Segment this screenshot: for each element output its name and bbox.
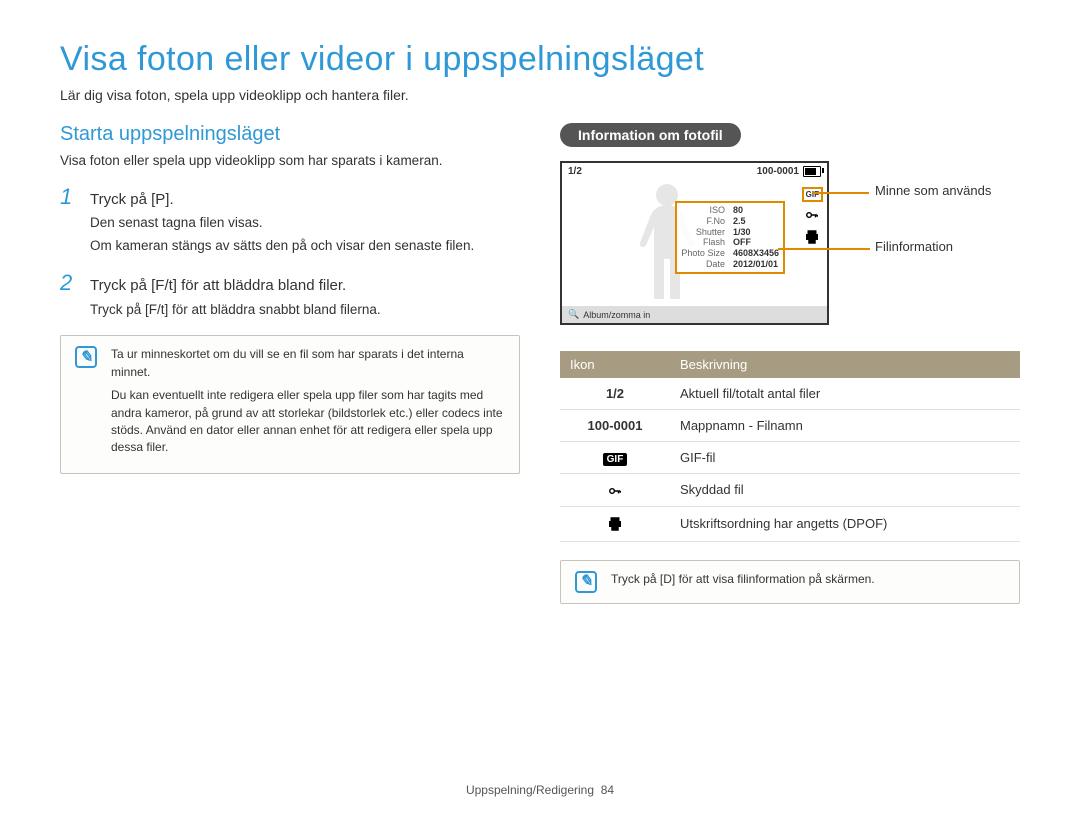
step-subtext: Den senast tagna filen visas. — [90, 214, 520, 233]
desc-cell: Aktuell fil/totalt antal filer — [670, 378, 1020, 410]
note-text: Tryck på [D] för att visa filinformation… — [611, 571, 875, 593]
info-label: Photo Size — [677, 248, 729, 259]
step-number: 2 — [60, 270, 80, 296]
info-label: F.No — [677, 216, 729, 227]
bottom-bar-text: Album/zomma in — [583, 310, 650, 320]
page-footer: Uppspelning/Redigering 84 — [0, 783, 1080, 797]
side-icons: GIF — [802, 187, 823, 246]
section-title-start: Starta uppspelningsläget — [60, 123, 520, 146]
right-column: Information om fotofil 1/2 100-0001 GIF — [560, 123, 1020, 604]
icon-cell: 1/2 — [560, 378, 670, 410]
step-2: 2 Tryck på [F/t] för att bläddra bland f… — [60, 270, 520, 319]
camera-screen: 1/2 100-0001 GIF — [560, 161, 829, 325]
icon-cell: 100-0001 — [560, 410, 670, 442]
note-icon: ✎ — [75, 346, 97, 368]
gif-icon: GIF — [802, 187, 823, 202]
note-paragraph: Du kan eventuellt inte redigera eller sp… — [111, 387, 505, 457]
step-text: Tryck på [P]. — [90, 190, 174, 210]
info-label: Shutter — [677, 227, 729, 238]
section-intro: Visa foton eller spela upp videoklipp so… — [60, 152, 520, 170]
camera-top-bar: 1/2 100-0001 — [562, 163, 827, 180]
icon-description-table: Ikon Beskrivning 1/2 Aktuell fil/totalt … — [560, 351, 1020, 542]
printer-icon — [606, 515, 624, 533]
gif-badge-icon: GIF — [603, 453, 628, 466]
page-title: Visa foton eller videor i uppspelningslä… — [60, 40, 1020, 79]
callout-fileinfo: Filinformation — [875, 239, 953, 254]
info-label: Date — [677, 259, 729, 270]
info-value: 1/30 — [729, 227, 783, 238]
printer-icon — [803, 228, 821, 246]
battery-icon — [803, 166, 821, 177]
step-text: Tryck på [F/t] för att bläddra bland fil… — [90, 276, 346, 296]
info-value: OFF — [729, 237, 783, 248]
camera-screen-wrap: 1/2 100-0001 GIF — [560, 161, 1020, 341]
two-column-layout: Starta uppspelningsläget Visa foton elle… — [60, 123, 1020, 604]
counter-text: 1/2 — [568, 166, 582, 177]
footer-page-number: 84 — [601, 783, 614, 797]
note-text: Ta ur minneskortet om du vill se en fil … — [111, 346, 505, 462]
key-icon — [608, 484, 622, 498]
note-paragraph: Ta ur minneskortet om du vill se en fil … — [111, 346, 505, 381]
table-row: Utskriftsordning har angetts (DPOF) — [560, 506, 1020, 541]
info-value: 80 — [729, 205, 783, 216]
table-header-icon: Ikon — [560, 351, 670, 378]
left-column: Starta uppspelningsläget Visa foton elle… — [60, 123, 520, 604]
info-value: 2.5 — [729, 216, 783, 227]
section-pill: Information om fotofil — [560, 123, 741, 147]
steps-list: 1 Tryck på [P]. Den senast tagna filen v… — [60, 184, 520, 319]
step-subtext: Om kameran stängs av sätts den på och vi… — [90, 237, 520, 256]
table-row: GIF GIF-fil — [560, 442, 1020, 474]
desc-cell: Utskriftsordning har angetts (DPOF) — [670, 506, 1020, 541]
step-1: 1 Tryck på [P]. Den senast tagna filen v… — [60, 184, 520, 256]
table-header-desc: Beskrivning — [670, 351, 1020, 378]
note-box: ✎ Ta ur minneskortet om du vill se en fi… — [60, 335, 520, 473]
camera-bottom-bar: 🔍 Album/zomma in — [562, 306, 827, 323]
desc-cell: Mappnamn - Filnamn — [670, 410, 1020, 442]
footer-section: Uppspelning/Redigering — [466, 783, 594, 797]
table-row: 100-0001 Mappnamn - Filnamn — [560, 410, 1020, 442]
info-label: Flash — [677, 237, 729, 248]
table-row: 1/2 Aktuell fil/totalt antal filer — [560, 378, 1020, 410]
info-label: ISO — [677, 205, 729, 216]
zoom-icon: 🔍 — [568, 309, 579, 320]
callout-memory: Minne som används — [875, 183, 991, 198]
icon-cell: GIF — [560, 442, 670, 474]
table-row: Skyddad fil — [560, 474, 1020, 507]
filename-text: 100-0001 — [757, 166, 799, 177]
page-subtitle: Lär dig visa foton, spela upp videoklipp… — [60, 87, 1020, 103]
info-value: 4608X3456 — [729, 248, 783, 259]
note-icon: ✎ — [575, 571, 597, 593]
icon-cell — [560, 506, 670, 541]
step-subtext: Tryck på [F/t] för att bläddra snabbt bl… — [90, 301, 520, 320]
key-icon — [805, 208, 819, 222]
step-number: 1 — [60, 184, 80, 210]
file-info-box: ISO80 F.No2.5 Shutter1/30 FlashOFF Photo… — [675, 201, 785, 274]
info-value: 2012/01/01 — [729, 259, 783, 270]
desc-cell: GIF-fil — [670, 442, 1020, 474]
note-box: ✎ Tryck på [D] för att visa filinformati… — [560, 560, 1020, 604]
desc-cell: Skyddad fil — [670, 474, 1020, 507]
icon-cell — [560, 474, 670, 507]
